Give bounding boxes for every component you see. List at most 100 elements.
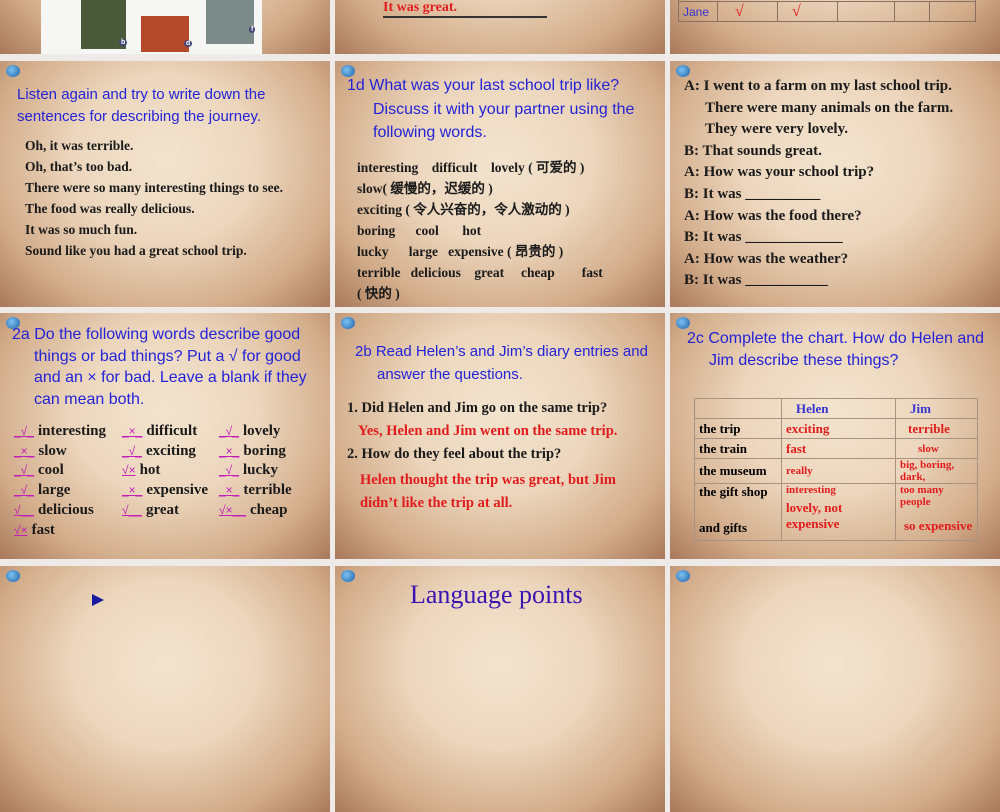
word-item: √× hot <box>122 461 160 481</box>
row-name: Jane <box>683 6 709 19</box>
answer-mark: _√_ <box>14 463 34 477</box>
word: hot <box>140 462 161 478</box>
logo-icon <box>341 570 355 582</box>
answer-text: It was great. <box>383 0 547 18</box>
slide-thumbnail-language-points[interactable]: Language points <box>335 566 665 812</box>
word-item: _√_lovely <box>219 422 280 442</box>
word-line: ( 快的 ) <box>357 283 657 304</box>
slide-title: Listen again and try to write down the s… <box>17 84 317 128</box>
row-label: and gifts <box>699 520 777 536</box>
answer: Helen thought the trip was great, but Ji… <box>360 469 625 515</box>
word-item: _√_interesting <box>14 422 106 442</box>
answer-mark: √× <box>122 463 136 477</box>
row-label: the gift shop <box>699 484 777 500</box>
slide-title: 2a Do the following words describe good … <box>12 324 324 410</box>
dialog-line: They were very lovely. <box>684 119 996 141</box>
slide-thumbnail-next-1[interactable] <box>0 566 330 812</box>
word-item: √__ great <box>122 501 179 521</box>
photo-label: b <box>119 39 127 46</box>
dialog-line: B: It was ___________ <box>684 270 996 292</box>
slide-thumbnail-1d[interactable]: 1d What was your last school trip like? … <box>335 61 665 307</box>
slide-thumbnail-2b[interactable]: 2b Read Helen’s and Jim’s diary entries … <box>335 313 665 559</box>
word: delicious <box>38 502 94 518</box>
answer-mark: _×_ <box>14 444 34 458</box>
word-item: _×_terrible <box>219 481 292 501</box>
cell: really <box>782 459 896 484</box>
column-header: Jim <box>896 399 978 419</box>
word: cool <box>38 462 64 478</box>
dialog-line: A: How was the weather? <box>684 249 996 271</box>
word-item: √×__ cheap <box>219 501 287 521</box>
logo-icon <box>6 570 20 582</box>
answer: Yes, Helen and Jim went on the same trip… <box>358 420 663 443</box>
dialog-line: A: How was your school trip? <box>684 162 996 184</box>
question: 2. How do they feel about the trip? <box>347 443 662 466</box>
sentence: Oh, it was terrible. <box>25 135 315 156</box>
answer-mark: √×__ <box>219 503 246 517</box>
sentence: Sound like you had a great school trip. <box>25 240 315 261</box>
slide-title: Language points <box>410 580 583 610</box>
word: lucky <box>243 462 278 478</box>
cell: interesting <box>786 484 891 496</box>
word-item: _×_expensive <box>122 481 208 501</box>
slide-thumbnail-dialog[interactable]: A: I went to a farm on my last school tr… <box>670 61 1000 307</box>
dialog-line: A: How was the food there? <box>684 206 996 228</box>
word-line: lucky large expensive ( 昂贵的 ) <box>357 241 657 262</box>
word: expensive <box>146 482 208 498</box>
chart-table: Jane √ √ <box>678 0 976 22</box>
answer-mark: _√_ <box>219 463 239 477</box>
sentence: The food was really delicious. <box>25 198 315 219</box>
cell: fast <box>782 439 896 459</box>
logo-icon <box>6 65 20 77</box>
slide-thumbnail-next-3[interactable] <box>670 566 1000 812</box>
dialog-line: There were many animals on the farm. <box>684 98 996 120</box>
cell: lovely, not expensive <box>786 500 891 532</box>
dialog-line: B: That sounds great. <box>684 141 996 163</box>
photo-label: d <box>184 40 192 47</box>
answer-mark: _×_ <box>219 444 239 458</box>
word: terrible <box>243 482 291 498</box>
sentence: Oh, that’s too bad. <box>25 156 315 177</box>
slide-title: 1d What was your last school trip like? … <box>347 74 653 145</box>
cell: exciting <box>782 419 896 439</box>
check-mark: √ <box>735 4 744 19</box>
word-item: _√_ cool <box>14 461 64 481</box>
answer-mark: _×_ <box>122 424 142 438</box>
word-line: boring cool hot <box>357 220 657 241</box>
answer-mark: _√_ <box>14 483 34 497</box>
slide-thumbnail-2c[interactable]: 2c Complete the chart. How do Helen and … <box>670 313 1000 559</box>
slide-thumbnail-3[interactable]: Jane √ √ <box>670 0 1000 54</box>
column-header: Helen <box>782 399 896 419</box>
photo-label: f <box>249 26 255 33</box>
sentence: There were so many interesting things to… <box>25 177 295 198</box>
word: cheap <box>250 502 288 518</box>
word-line: interesting difficult lovely ( 可爱的 ) <box>357 157 657 178</box>
chart-table: HelenJim the tripexcitingterrible the tr… <box>694 398 978 541</box>
word-item: _√_exciting <box>122 442 196 462</box>
cell: slow <box>896 439 978 459</box>
word-item: √×fast <box>14 521 55 541</box>
slide-thumbnail-listen[interactable]: Listen again and try to write down the s… <box>0 61 330 307</box>
word-item: _√_ lucky <box>219 461 278 481</box>
word: large <box>38 482 70 498</box>
slide-thumbnail-2[interactable]: It was great. <box>335 0 665 54</box>
photo-collage: b d f <box>41 0 262 54</box>
answer-mark: _√_ <box>122 444 142 458</box>
word: great <box>146 502 179 518</box>
check-mark: √ <box>792 3 801 20</box>
sentence: It was so much fun. <box>25 219 315 240</box>
slide-thumbnail-1[interactable]: b d f <box>0 0 330 54</box>
word-item: √__ delicious <box>14 501 94 521</box>
cell: big, boring, dark, <box>896 459 978 484</box>
word-item: _×_boring <box>219 442 286 462</box>
word-item: _×_ slow <box>14 442 67 462</box>
word: interesting <box>38 423 106 439</box>
word-item: _√_ large <box>14 481 70 501</box>
slide-thumbnail-2a[interactable]: 2a Do the following words describe good … <box>0 313 330 559</box>
row-label: the train <box>695 439 782 459</box>
answer-mark: √__ <box>122 503 142 517</box>
word-line: exciting ( 令人兴奋的，令人激动的 ) <box>357 199 657 220</box>
word: slow <box>38 443 66 459</box>
row-label: the trip <box>695 419 782 439</box>
answer-mark: √__ <box>14 503 34 517</box>
